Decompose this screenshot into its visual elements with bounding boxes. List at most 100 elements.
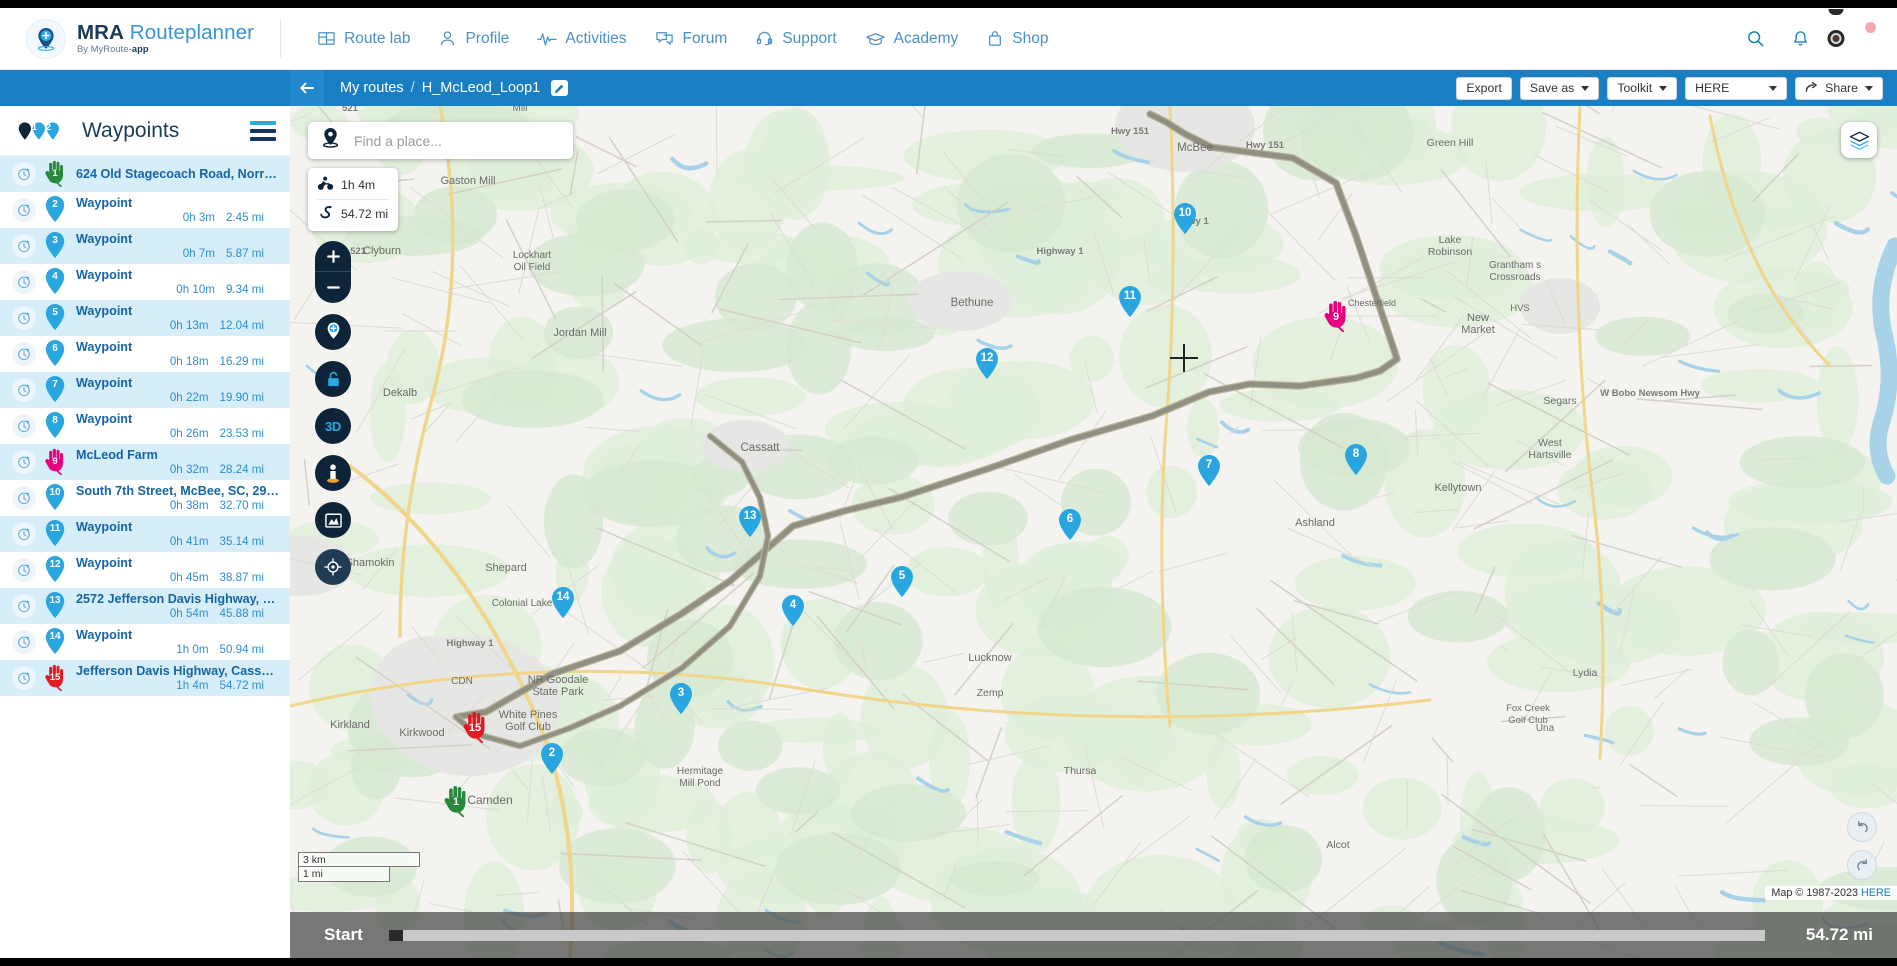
waypoint-row-1[interactable]: 1 624 Old Stagecoach Road, Norris ... <box>0 156 290 192</box>
zoom-out-button[interactable] <box>315 272 351 303</box>
edit-pencil-icon[interactable] <box>551 80 569 96</box>
share-button[interactable]: Share <box>1795 76 1883 100</box>
undo-icon[interactable] <box>1847 812 1877 842</box>
add-waypoint-icon[interactable] <box>315 314 351 350</box>
nav-item-activities[interactable]: Activities <box>523 23 640 54</box>
waypoint-time-icon[interactable] <box>12 414 36 438</box>
map-area[interactable]: Gaston Mill Clyburn Lockhart Oil Field Jorda… <box>290 106 1897 958</box>
layers-icon[interactable] <box>1841 122 1877 158</box>
waypoint-time-icon[interactable] <box>12 630 36 654</box>
nav-item-academy[interactable]: Academy <box>851 23 973 54</box>
attribution-text: Map © 1987-2023 <box>1771 887 1861 899</box>
waypoint-list[interactable]: 1 624 Old Stagecoach Road, Norris ... 2 Way… <box>0 156 290 958</box>
waypoint-time-icon[interactable] <box>12 558 36 582</box>
map-marker-3[interactable]: 3 <box>669 683 693 714</box>
waypoint-row-6[interactable]: 6 Waypoint 0h 18m 16.29 mi <box>0 336 290 372</box>
brand-tagline: By MyRoute-app <box>77 43 149 54</box>
svg-text:Hermitage: Hermitage <box>677 766 724 777</box>
here-link[interactable]: HERE <box>1861 887 1891 899</box>
nav-item-profile[interactable]: Profile <box>424 23 523 54</box>
map-marker-13[interactable]: 13 <box>738 506 762 537</box>
waypoint-row-10[interactable]: 10 South 7th Street, McBee, SC, 2910... 0h… <box>0 480 290 516</box>
search-input[interactable] <box>354 132 561 149</box>
avatar[interactable] <box>1827 9 1876 55</box>
map-marker-7[interactable]: 7 <box>1197 455 1221 486</box>
waypoint-time-icon[interactable] <box>12 378 36 402</box>
map-marker-11[interactable]: 11 <box>1118 286 1142 317</box>
waypoint-info: Waypoint 0h 18m 16.29 mi <box>76 340 280 368</box>
waypoint-info: Waypoint 0h 22m 19.90 mi <box>76 376 280 404</box>
svg-text:Zemp: Zemp <box>977 687 1004 699</box>
nav-item-shop[interactable]: Shop <box>972 23 1062 54</box>
map-marker-9[interactable]: 9 <box>1323 300 1349 332</box>
waypoint-row-15[interactable]: 15 Jefferson Davis Highway, Cassatt,... 1h… <box>0 660 290 696</box>
pegman-icon[interactable] <box>315 455 351 491</box>
waypoint-name: McLeod Farm <box>76 447 158 462</box>
three-d-toggle[interactable]: 3D <box>315 408 351 444</box>
waypoints-header: 1 2 3 Waypoints <box>0 106 290 156</box>
map-marker-4[interactable]: 4 <box>781 595 805 626</box>
nav-item-route-lab[interactable]: Route lab <box>303 23 424 54</box>
waypoint-row-7[interactable]: 7 Waypoint 0h 22m 19.90 mi <box>0 372 290 408</box>
toolkit-button[interactable]: Toolkit <box>1607 76 1678 100</box>
waypoint-time-icon[interactable] <box>12 306 36 330</box>
map-provider-select[interactable]: HERE <box>1685 76 1788 100</box>
crosshair-target-icon[interactable] <box>315 549 351 585</box>
map-marker-2[interactable]: 2 <box>540 743 564 774</box>
waypoint-row-2[interactable]: 2 Waypoint 0h 3m 2.45 mi <box>0 192 290 228</box>
waypoint-row-11[interactable]: 11 Waypoint 0h 41m 35.14 mi <box>0 516 290 552</box>
waypoint-time-icon[interactable] <box>12 450 36 474</box>
map-marker-12[interactable]: 12 <box>975 348 999 379</box>
waypoint-row-3[interactable]: 3 Waypoint 0h 7m 5.87 mi <box>0 228 290 264</box>
export-button[interactable]: Export <box>1456 76 1512 100</box>
svg-text:Bethune: Bethune <box>951 297 994 309</box>
zoom-in-button[interactable] <box>315 241 351 272</box>
waypoint-row-8[interactable]: 8 Waypoint 0h 26m 23.53 mi <box>0 408 290 444</box>
waypoint-time-icon[interactable] <box>12 342 36 366</box>
waypoint-info: 2572 Jefferson Davis Highway, Ca... 0h 54… <box>76 592 280 620</box>
waypoint-row-14[interactable]: 14 Waypoint 1h 0m 50.94 mi <box>0 624 290 660</box>
waypoint-time-icon[interactable] <box>12 594 36 618</box>
map-marker-15[interactable]: 15 <box>462 711 488 743</box>
map-marker-1[interactable]: 1 <box>443 785 469 817</box>
breadcrumb-my-routes[interactable]: My routes <box>340 80 404 96</box>
elevation-chart-icon[interactable] <box>315 502 351 538</box>
brand-title: MRA Routeplanner <box>77 21 255 45</box>
nav-item-forum[interactable]: Forum <box>641 23 742 54</box>
progress-knob[interactable] <box>388 929 403 941</box>
map-marker-6[interactable]: 6 <box>1058 509 1082 540</box>
bell-icon[interactable] <box>1791 29 1810 48</box>
map-tool-buttons: 3D <box>315 241 351 585</box>
hamburger-menu-icon[interactable] <box>250 120 276 141</box>
map-marker-10[interactable]: 10 <box>1173 203 1197 234</box>
waypoint-row-4[interactable]: 4 Waypoint 0h 10m 9.34 mi <box>0 264 290 300</box>
map-search-box[interactable] <box>308 122 573 159</box>
waypoint-row-13[interactable]: 13 2572 Jefferson Davis Highway, Ca... 0h … <box>0 588 290 624</box>
map-marker-14[interactable]: 14 <box>551 587 575 618</box>
waypoint-name: Waypoint <box>76 231 133 246</box>
waypoint-row-5[interactable]: 5 Waypoint 0h 13m 12.04 mi <box>0 300 290 336</box>
search-icon[interactable] <box>1746 29 1765 48</box>
waypoint-time-icon[interactable] <box>12 270 36 294</box>
waypoint-name: Waypoint <box>76 195 133 210</box>
waypoint-metrics: 0h 3m 2.45 mi <box>76 211 280 224</box>
waypoint-time-icon[interactable] <box>12 198 36 222</box>
map-marker-8[interactable]: 8 <box>1344 444 1368 475</box>
brand-logo-block[interactable]: MRA Routeplanner By MyRoute-app <box>26 18 255 59</box>
waypoint-time-icon[interactable] <box>12 666 36 690</box>
waypoint-time-icon[interactable] <box>12 486 36 510</box>
waypoint-time-icon[interactable] <box>12 234 36 258</box>
waypoint-time-icon[interactable] <box>12 162 36 186</box>
route-progress-slider[interactable] <box>388 929 1765 941</box>
lock-icon[interactable] <box>315 361 351 397</box>
waypoint-row-9[interactable]: 9 McLeod Farm 0h 32m 28.24 mi <box>0 444 290 480</box>
waypoint-time-icon[interactable] <box>12 522 36 546</box>
waypoint-row-12[interactable]: 12 Waypoint 0h 45m 38.87 mi <box>0 552 290 588</box>
back-arrow-icon[interactable] <box>290 70 324 106</box>
waypoint-metrics: 0h 7m 5.87 mi <box>76 247 280 260</box>
redo-icon[interactable] <box>1847 850 1877 880</box>
map-marker-5[interactable]: 5 <box>890 566 914 597</box>
save-as-button[interactable]: Save as <box>1519 76 1600 100</box>
nav-item-support[interactable]: Support <box>741 23 850 54</box>
waypoint-metrics: 0h 13m 12.04 mi <box>76 319 280 332</box>
